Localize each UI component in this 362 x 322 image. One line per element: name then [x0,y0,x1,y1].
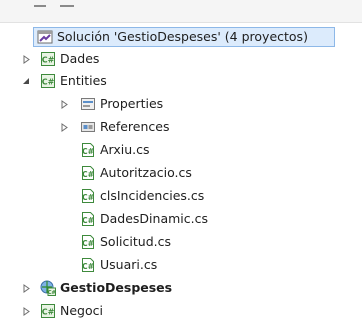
svg-text:C#: C# [82,193,94,202]
tree-node-file[interactable]: C# Autoritzacio.cs [0,162,362,184]
svg-text:C#: C# [82,147,94,156]
tree-node-file[interactable]: C# Usuari.cs [0,254,362,276]
project-label: Dades [60,51,100,66]
csharp-file-icon: C# [82,212,94,226]
tree-node-negoci[interactable]: C# Negoci [0,300,362,322]
svg-text:C#: C# [48,290,56,296]
svg-text:C#: C# [42,56,55,65]
window-top-strip [0,0,362,23]
csharp-project-icon: C# [41,74,55,88]
csharp-project-icon: C# [41,304,55,318]
svg-text:C#: C# [82,239,94,248]
properties-icon [81,98,95,110]
file-label: clsIncidencies.cs [100,188,205,203]
tree-node-references[interactable]: References [0,116,362,138]
properties-label: Properties [100,96,164,111]
file-label: Solicitud.cs [100,234,171,249]
expand-arrow-collapsed-icon[interactable] [58,116,70,138]
toolbar-dash-2 [60,5,74,7]
tree-node-gestiodespeses[interactable]: C# GestioDespeses [0,277,362,299]
csharp-file-icon: C# [82,235,94,249]
solution-icon [37,30,53,44]
svg-text:C#: C# [82,216,94,225]
tree-node-properties[interactable]: Properties [0,93,362,115]
project-label: GestioDespeses [60,280,173,295]
svg-text:C#: C# [82,262,94,271]
file-label: DadesDinamic.cs [100,211,208,226]
csharp-file-icon: C# [82,258,94,272]
csharp-file-icon: C# [82,189,94,203]
file-label: Arxiu.cs [100,142,150,157]
svg-text:C#: C# [42,78,55,87]
expand-arrow-collapsed-icon[interactable] [58,93,70,115]
project-label: Entities [60,73,107,88]
references-icon [81,122,95,132]
file-label: Usuari.cs [100,257,158,272]
tree-node-entities[interactable]: C# Entities [0,70,362,92]
tree-node-file[interactable]: C# clsIncidencies.cs [0,185,362,207]
file-label: Autoritzacio.cs [100,165,192,180]
tree-node-file[interactable]: C# Arxiu.cs [0,139,362,161]
tree-node-solution[interactable]: Solución 'GestioDespeses' (4 proyectos) [0,26,362,48]
tree-node-file[interactable]: C# DadesDinamic.cs [0,208,362,230]
toolbar-dash-1 [34,5,46,7]
expand-arrow-expanded-icon[interactable] [20,70,32,92]
csharp-file-icon: C# [82,166,94,180]
csharp-file-icon: C# [82,143,94,157]
svg-text:C#: C# [82,170,94,179]
tree-node-file[interactable]: C# Solicitud.cs [0,231,362,253]
web-project-icon: C# [40,280,56,296]
project-label: Negoci [60,303,103,318]
solution-label: Solución 'GestioDespeses' (4 proyectos) [57,29,308,44]
svg-text:C#: C# [42,308,55,317]
references-label: References [100,119,170,134]
csharp-project-icon: C# [41,52,55,66]
expand-arrow-collapsed-icon[interactable] [20,48,32,70]
expand-arrow-collapsed-icon[interactable] [20,300,32,322]
tree-node-dades[interactable]: C# Dades [0,48,362,70]
expand-arrow-collapsed-icon[interactable] [20,277,32,299]
